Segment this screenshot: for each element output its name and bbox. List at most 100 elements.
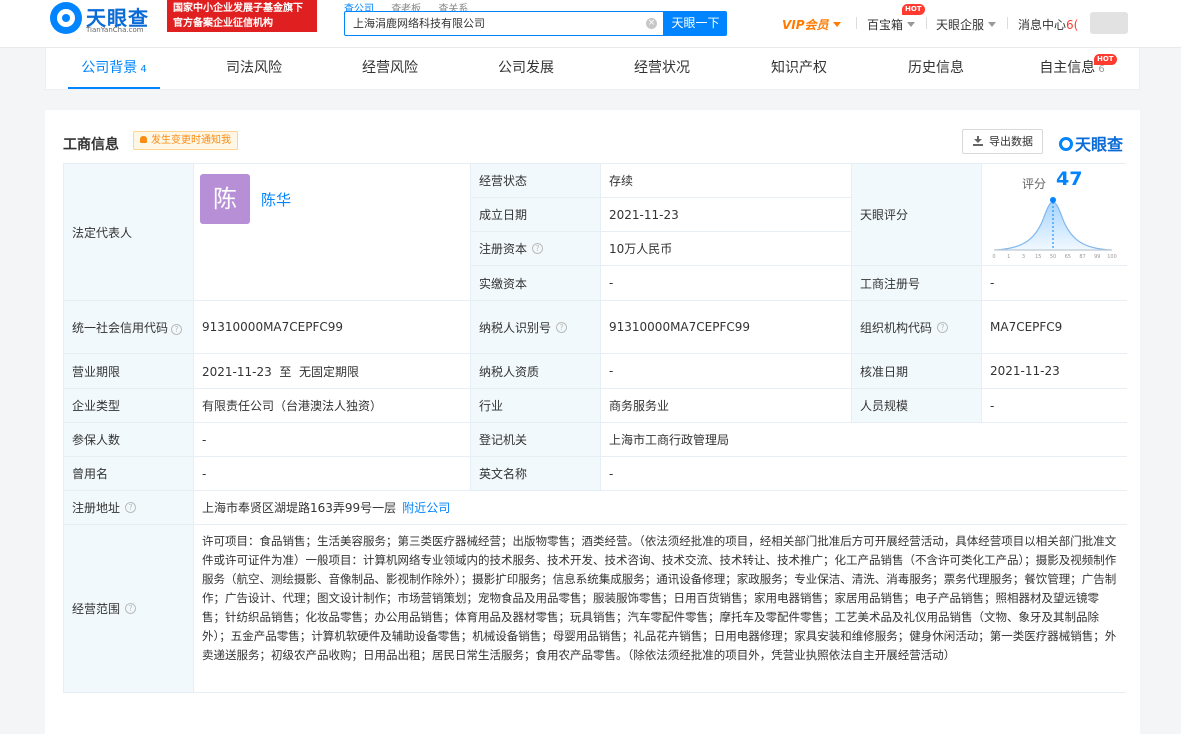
label-text: 登记机关: [479, 433, 528, 447]
baibao-menu[interactable]: 百宝箱: [867, 16, 916, 33]
label-text: 英文名称: [479, 467, 528, 481]
score-axis-tick: 0: [992, 254, 995, 260]
help-icon[interactable]: ?: [556, 321, 568, 333]
industry-value: 商务服务业: [601, 389, 852, 423]
tab-intellectual-property[interactable]: 知识产权: [749, 48, 849, 89]
legal-rep-name[interactable]: 陈华: [261, 189, 291, 210]
chevron-down-icon: [832, 22, 841, 27]
tianyan-score-chart[interactable]: 评分 47 0 1 3 15 50 65 87 99 100: [982, 164, 1127, 266]
help-icon[interactable]: ?: [125, 502, 137, 513]
label-text: 曾用名: [72, 467, 109, 481]
brand-text: 天眼查: [1075, 135, 1124, 154]
tab-company-development[interactable]: 公司发展: [476, 48, 576, 89]
address-value: 上海市奉贤区湖堤路163弄99号一层: [202, 501, 397, 515]
tab-count: 6: [1098, 64, 1105, 75]
logo[interactable]: 天眼查 TianYanCha.com: [50, 2, 160, 36]
company-type-value: 有限责任公司（台港澳法人独资）: [194, 389, 471, 423]
label-text: 营业期限: [72, 364, 121, 379]
baibao-label: 百宝箱: [867, 18, 904, 32]
divider: [926, 17, 927, 29]
term-label: 营业期限: [64, 354, 194, 389]
logo-eye-icon: [1059, 137, 1073, 151]
search-button[interactable]: 天眼一下: [664, 11, 727, 36]
score-axis-tick: 99: [1094, 254, 1100, 260]
taxpayer-id-value[interactable]: 91310000MA7CEPFC99: [601, 301, 852, 354]
tab-label: 公司发展: [498, 60, 554, 76]
former-name-label: 曾用名: [64, 457, 194, 491]
tab-label: 自主信息: [1039, 60, 1096, 76]
score-axis-tick: 15: [1035, 254, 1041, 260]
insured-label: 参保人数: [64, 423, 194, 457]
promo-banner[interactable]: 国家中小企业发展子基金旗下 官方备案企业征信机构: [167, 0, 317, 32]
score-axis-tick: 50: [1050, 254, 1056, 260]
tab-legal-risk[interactable]: 司法风险: [204, 48, 304, 89]
staff-size-value: -: [982, 389, 1127, 423]
divider: [856, 17, 857, 29]
notify-label: 发生变更时通知我: [151, 135, 231, 146]
label-text: 统一社会信用代码: [72, 320, 169, 335]
score-axis-tick: 3: [1022, 254, 1025, 260]
label-text: 注册资本: [479, 242, 528, 256]
approval-date-value: 2021-11-23: [982, 354, 1127, 389]
help-icon[interactable]: ?: [532, 243, 544, 254]
english-name-label: 英文名称: [471, 457, 601, 491]
help-icon[interactable]: ?: [937, 321, 949, 333]
message-count: 6(: [1066, 18, 1079, 32]
insured-value: -: [194, 423, 471, 457]
reg-capital-label: 注册资本?: [471, 232, 601, 266]
top-header: 天眼查 TianYanCha.com 国家中小企业发展子基金旗下 官方备案企业征…: [0, 0, 1181, 48]
promo-line-2: 官方备案企业征信机构: [173, 18, 273, 29]
help-icon[interactable]: ?: [125, 603, 137, 614]
notify-on-change-button[interactable]: 发生变更时通知我: [133, 131, 238, 150]
chevron-down-icon: [988, 22, 997, 27]
label-text: 组织机构代码: [860, 320, 933, 335]
biz-reg-no-value: -: [982, 266, 1127, 301]
nearby-companies-link[interactable]: 附近公司: [402, 499, 450, 516]
user-avatar[interactable]: [1090, 12, 1128, 34]
credit-code-label: 统一社会信用代码?: [64, 301, 194, 354]
tab-operating-risk[interactable]: 经营风险: [340, 48, 440, 89]
taxpayer-qual-label: 纳税人资质: [471, 354, 601, 389]
credit-code-value[interactable]: 91310000MA7CEPFC99: [194, 301, 471, 354]
address-label: 注册地址?: [64, 491, 194, 525]
label-text: 纳税人识别号: [479, 320, 552, 335]
tab-history[interactable]: 历史信息: [886, 48, 986, 89]
legal-rep-avatar[interactable]: 陈: [200, 174, 250, 224]
paid-capital-value: -: [601, 266, 852, 301]
label-text: 实缴资本: [479, 276, 528, 291]
bell-icon: [140, 136, 147, 143]
english-name-value: -: [601, 457, 1127, 491]
label-text: 注册地址: [72, 501, 121, 515]
score-axis-tick: 1: [1007, 254, 1010, 260]
chevron-down-icon: [907, 22, 916, 27]
taxpayer-id-label: 纳税人识别号?: [471, 301, 601, 354]
clear-icon[interactable]: ×: [646, 18, 657, 29]
vip-menu[interactable]: VIP会员: [782, 16, 841, 33]
export-data-button[interactable]: 导出数据: [962, 129, 1043, 154]
qifu-menu[interactable]: 天眼企服: [936, 16, 997, 33]
tab-label: 公司背景: [81, 60, 138, 76]
label-text: 经营状态: [479, 174, 528, 188]
search-input-value: 上海涓鹿网络科技有限公司: [353, 17, 485, 30]
download-icon: [973, 136, 983, 146]
legal-rep-cell: 陈 陈华: [194, 164, 471, 301]
label-text: 企业类型: [72, 399, 121, 413]
tab-operating-status[interactable]: 经营状况: [612, 48, 712, 89]
scope-label: 经营范围?: [64, 525, 194, 692]
score-axis-tick: 87: [1079, 254, 1085, 260]
term-value: 2021-11-23 至 无固定期限: [194, 354, 471, 389]
section-title: 工商信息: [63, 137, 119, 153]
help-icon[interactable]: ?: [171, 323, 183, 335]
search-input[interactable]: 上海涓鹿网络科技有限公司 ×: [344, 11, 664, 36]
search-type-tabs: 查公司 查老板 查关系: [344, 0, 482, 15]
message-center[interactable]: 消息中心6(: [1018, 16, 1078, 33]
logo-eye-icon: [50, 2, 82, 34]
score-curve: 0 1 3 15 50 65 87 99 100: [992, 197, 1117, 260]
org-code-value[interactable]: MA7CEPFC9: [982, 301, 1127, 354]
legal-rep-label: 法定代表人: [64, 164, 194, 301]
tab-company-background[interactable]: 公司背景 4: [68, 48, 160, 89]
promo-line-1: 国家中小企业发展子基金旗下: [173, 3, 303, 14]
taxpayer-qual-value: -: [601, 354, 852, 389]
brand-watermark: 天眼查: [1059, 131, 1123, 155]
address-cell: 上海市奉贤区湖堤路163弄99号一层 附近公司: [194, 491, 1127, 525]
